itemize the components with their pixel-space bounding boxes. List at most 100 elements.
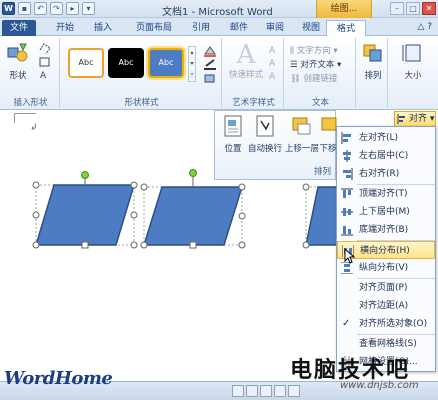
view-buttons[interactable] — [232, 385, 300, 397]
menu-item-align-selected-objects[interactable]: ✓ 对齐所选对象(O) — [337, 315, 435, 333]
menu-item-align-center[interactable]: 左右居中(C) — [337, 147, 435, 165]
group-shape-styles: Abc Abc Abc ▴ ▾ ▿ 形状样式 — [62, 38, 222, 108]
quick-styles-label: 快速样式 — [228, 70, 263, 80]
wrap-text-button[interactable]: 自动换行 — [247, 115, 283, 154]
bring-forward-button[interactable]: 上移一层 — [285, 115, 319, 154]
size-icon — [402, 44, 421, 62]
position-button[interactable]: 位置 — [219, 115, 247, 154]
window-controls: – □ ✕ — [390, 2, 436, 15]
wrap-text-icon — [256, 115, 274, 137]
tab-page-layout[interactable]: 页面布局 — [128, 20, 180, 36]
align-button[interactable]: 对齐 ▾ — [394, 111, 436, 127]
insert-shapes-group-label: 插入形状 — [13, 98, 48, 108]
menu-item-align-top[interactable]: 顶端对齐(T) — [337, 185, 435, 203]
send-backward-label: 下移 — [319, 144, 337, 154]
tab-references[interactable]: 引用 — [186, 20, 216, 36]
arrange-dropdown-panel: 位置 自动换行 上移一层 下移 排列 — [214, 110, 337, 180]
align-left-icon — [341, 132, 351, 144]
menu-item-align-to-margin[interactable]: 对齐边距(A) — [337, 297, 435, 315]
menu-item-align-middle[interactable]: 上下居中(M) — [337, 203, 435, 221]
ribbon-minimize-icon[interactable]: △ ? — [417, 22, 432, 32]
cursor-icon — [344, 248, 356, 264]
ribbon-tabs: 文件 开始 插入 页面布局 引用 邮件 审阅 视图 格式 △ ? — [0, 18, 438, 36]
group-text: ⫼ 文字方向 ▾ ☰ 对齐文本 ▾ ⛓ 创建链接 文本 — [286, 38, 356, 108]
arrange-panel-group-label: 排列 — [313, 167, 331, 177]
tab-view[interactable]: 视图 — [296, 20, 326, 36]
customize-qat-icon[interactable]: ▾ — [82, 2, 95, 15]
open-icon[interactable]: ▸ — [66, 2, 79, 15]
shapes-icon — [7, 43, 28, 62]
minimize-button[interactable]: – — [390, 2, 404, 15]
parallelogram-shape-2[interactable] — [140, 169, 246, 249]
shape-style-2[interactable]: Abc — [108, 48, 144, 78]
arrange-icon — [363, 44, 382, 62]
align-center-icon — [343, 150, 351, 162]
word-app-icon: W — [2, 2, 15, 15]
size-label: 大小 — [404, 71, 422, 81]
shape-styles-group-label: 形状样式 — [124, 98, 159, 108]
fill-outline-effects-icons[interactable] — [202, 44, 218, 86]
wordhome-watermark: WordHome — [4, 368, 113, 389]
title-bar: W ▪ ↶ ↷ ▸ ▾ 文档1 - Microsoft Word 绘图... –… — [0, 0, 438, 18]
svg-text:A: A — [269, 59, 276, 69]
ribbon: 形状 A 插入形状 Abc Abc Abc ▴ ▾ ▿ 形状样式 A 快速样式 A … — [0, 36, 438, 110]
group-arrange: 排列 — [358, 38, 388, 108]
text-direction-button[interactable]: ⫼ 文字方向 ▾ — [290, 44, 338, 56]
shapes-label: 形状 — [9, 71, 27, 81]
group-size: 大小 — [390, 38, 436, 108]
save-icon[interactable]: ▪ — [18, 2, 31, 15]
arrange-button[interactable]: 排列 — [360, 42, 386, 81]
quick-styles-button[interactable]: A 快速样式 — [228, 42, 264, 80]
svg-text:A: A — [269, 72, 276, 82]
maximize-button[interactable]: □ — [406, 2, 420, 15]
create-link-button[interactable]: ⛓ 创建链接 — [290, 72, 338, 84]
svg-text:A: A — [40, 71, 47, 81]
shape-style-3[interactable]: Abc — [148, 48, 184, 78]
position-icon — [224, 115, 242, 137]
align-text-button[interactable]: ☰ 对齐文本 ▾ — [290, 58, 341, 70]
bring-forward-icon — [292, 117, 311, 135]
align-bottom-icon — [341, 226, 353, 236]
wrap-text-label: 自动换行 — [247, 144, 282, 154]
align-top-icon — [341, 188, 353, 198]
menu-item-align-bottom[interactable]: 底端对齐(B) — [337, 221, 435, 239]
text-fill-outline-icons[interactable]: A A A — [268, 44, 280, 84]
align-right-icon — [343, 168, 353, 180]
shape-style-1[interactable]: Abc — [68, 48, 104, 78]
tab-file[interactable]: 文件 — [2, 20, 36, 36]
check-icon: ✓ — [342, 318, 351, 329]
drawing-tools-context-title: 绘图... — [316, 0, 372, 18]
parallelogram-shape-1[interactable] — [32, 171, 138, 249]
styles-scroll[interactable]: ▴ ▾ ▿ — [188, 46, 196, 82]
edit-shape-icons[interactable]: A — [38, 42, 52, 82]
tab-insert[interactable]: 插入 — [88, 20, 118, 36]
wordart-a-icon: A — [236, 40, 256, 70]
quick-access-toolbar: W ▪ ↶ ↷ ▸ ▾ — [2, 2, 95, 15]
undo-icon[interactable]: ↶ — [34, 2, 47, 15]
align-middle-icon — [341, 208, 353, 216]
menu-item-view-gridlines[interactable]: 查看网格线(S) — [337, 335, 435, 353]
size-button[interactable]: 大小 — [398, 42, 428, 81]
menu-item-align-to-page[interactable]: 对齐页面(P) — [337, 279, 435, 297]
shapes-button[interactable]: 形状 — [6, 42, 30, 81]
arrange-label: 排列 — [364, 71, 382, 81]
close-button[interactable]: ✕ — [422, 2, 436, 15]
tab-home[interactable]: 开始 — [50, 20, 80, 36]
send-backward-button[interactable]: 下移 — [319, 115, 337, 154]
bring-forward-label: 上移一层 — [285, 144, 320, 154]
tab-review[interactable]: 审阅 — [260, 20, 290, 36]
svg-text:A: A — [269, 46, 276, 56]
align-icon — [397, 114, 405, 124]
menu-item-align-left[interactable]: 左对齐(L) — [337, 129, 435, 147]
window-title: 文档1 - Microsoft Word — [162, 7, 273, 18]
tab-format[interactable]: 格式 — [326, 20, 366, 36]
align-button-label: 对齐 — [409, 114, 428, 124]
site-url-watermark: www.dnjsb.com — [340, 380, 419, 391]
menu-item-align-right[interactable]: 右对齐(R) — [337, 165, 435, 183]
redo-icon[interactable]: ↷ — [50, 2, 63, 15]
text-group-label: 文本 — [311, 98, 329, 108]
group-wordart: A 快速样式 A A A 艺术字样式 — [224, 38, 284, 108]
tab-mailings[interactable]: 邮件 — [224, 20, 254, 36]
send-backward-icon — [321, 117, 337, 131]
position-label: 位置 — [224, 144, 242, 154]
